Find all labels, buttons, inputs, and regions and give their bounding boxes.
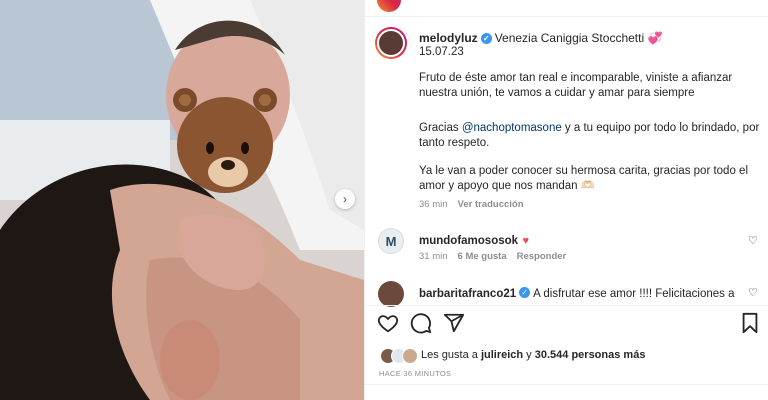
commenter-avatar[interactable]: M xyxy=(378,228,404,254)
comment-2: barbaritafranco21 ✓ A disfrutar ese amor !… xyxy=(419,284,735,302)
avatar-letter: M xyxy=(385,233,397,249)
caption-paragraph-3: Ya le van a poder conocer su hermosa car… xyxy=(419,165,748,192)
red-heart-emoji: ♥ xyxy=(522,235,530,247)
liker-avatar xyxy=(402,348,418,364)
comment-icon[interactable] xyxy=(410,312,432,334)
chevron-right-icon: › xyxy=(343,192,347,206)
divider xyxy=(364,305,768,306)
hearts-emoji: 💞 xyxy=(647,31,663,45)
header-text: Venezia Caniggia Stocchetti xyxy=(494,31,645,45)
comment-text: A disfrutar ese amor !!!! Felicitaciones… xyxy=(533,288,735,300)
likes-prefix: Les gusta a xyxy=(421,349,481,361)
see-translation-link[interactable]: Ver traducción xyxy=(458,199,524,210)
comment-likes[interactable]: 6 Me gusta xyxy=(458,251,507,262)
photo-illustration xyxy=(0,0,364,400)
post-date: 15.07.23 xyxy=(419,46,464,58)
comment-1: mundofamososok ♥ xyxy=(419,231,529,249)
caption-paragraph-2: Gracias @nachoptomasone y a tu equipo po… xyxy=(419,121,764,151)
post-age: HACE 36 MINUTOS xyxy=(379,369,452,378)
reply-button[interactable]: Responder xyxy=(517,251,567,262)
likes-middle: y xyxy=(523,349,535,361)
caption-text: Gracias xyxy=(419,122,462,134)
liker-username[interactable]: julireich xyxy=(481,349,523,361)
comment-username[interactable]: barbaritafranco21 xyxy=(419,288,516,300)
verified-icon: ✓ xyxy=(519,287,531,299)
caption-paragraph-1: Fruto de éste amor tan real e incomparab… xyxy=(419,72,733,99)
comment-like-heart-icon[interactable]: ♡ xyxy=(748,234,758,247)
author-avatar[interactable] xyxy=(375,27,407,59)
bookmark-icon[interactable] xyxy=(740,312,760,334)
author-username[interactable]: melodyluz xyxy=(419,31,478,45)
mention-link[interactable]: @nachoptomasone xyxy=(462,122,562,134)
verified-icon: ✓ xyxy=(480,33,492,45)
divider xyxy=(364,16,768,17)
post-header: melodyluz ✓ Venezia Caniggia Stocchetti 💞 xyxy=(419,31,662,45)
comment-username[interactable]: mundofamososok xyxy=(419,235,518,247)
next-photo-button[interactable]: › xyxy=(335,189,355,209)
divider xyxy=(364,384,768,385)
post-photo[interactable]: › xyxy=(0,0,364,400)
comment-like-heart-icon[interactable]: ♡ xyxy=(748,286,758,299)
share-icon[interactable] xyxy=(443,312,465,334)
commenter-avatar[interactable] xyxy=(378,281,404,307)
post-meta: 36 min Ver traducción xyxy=(419,199,524,210)
comment-1-meta: 31 min 6 Me gusta Responder xyxy=(419,251,566,262)
comment-time: 31 min xyxy=(419,251,448,262)
heart-icon[interactable] xyxy=(377,312,399,334)
likes-count[interactable]: 30.544 personas más xyxy=(535,349,646,361)
likes-summary[interactable]: Les gusta a julireich y 30.544 personas … xyxy=(421,349,645,361)
post-time[interactable]: 36 min xyxy=(419,199,448,210)
